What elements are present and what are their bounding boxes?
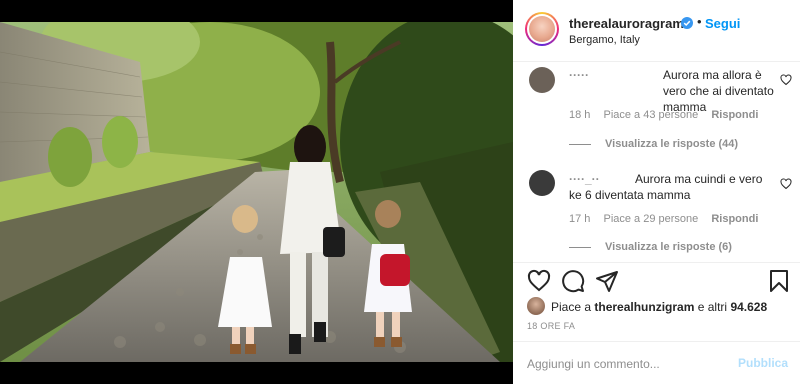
- follow-button[interactable]: Segui: [705, 16, 740, 31]
- post-location[interactable]: Bergamo, Italy: [569, 34, 640, 46]
- view-replies-button[interactable]: Visualizza le risposte (44): [569, 138, 738, 150]
- add-comment-form: Pubblica: [513, 341, 800, 384]
- likes-suffix: e altri: [697, 300, 728, 314]
- comment-time: 18 h: [569, 109, 591, 121]
- likes-text: Piace a therealhunzigram e altri 94.628: [551, 300, 767, 314]
- comment-text: Aurora ma cuindi e vero ke 6 diventata m…: [569, 172, 763, 202]
- view-replies-label: Visualizza le risposte (44): [605, 138, 739, 150]
- comments-list[interactable]: ····· Aurora ma allora è vero che ai div…: [513, 62, 800, 262]
- replies-divider: [569, 246, 591, 248]
- comment-time: 17 h: [569, 213, 591, 225]
- liker-avatar[interactable]: [527, 297, 545, 315]
- commenter-avatar[interactable]: [529, 67, 555, 93]
- view-replies-button[interactable]: Visualizza le risposte (6): [569, 241, 732, 253]
- heart-icon[interactable]: [527, 269, 551, 293]
- comment-like-icon[interactable]: [780, 74, 792, 86]
- bookmark-icon[interactable]: [767, 269, 791, 293]
- replies-divider: [569, 143, 591, 145]
- reply-button[interactable]: Rispondi: [711, 109, 758, 121]
- post-date[interactable]: 18 ORE FA: [527, 321, 575, 331]
- reply-button[interactable]: Rispondi: [711, 213, 758, 225]
- comment-username[interactable]: ·····: [569, 68, 589, 82]
- post-media[interactable]: [0, 0, 513, 384]
- likes-count[interactable]: 94.628: [730, 300, 767, 314]
- comment-likes[interactable]: Piace a 29 persone: [603, 213, 698, 225]
- post-sidebar: therealauroragram • Segui Bergamo, Italy…: [513, 0, 800, 384]
- comment-likes[interactable]: Piace a 43 persone: [603, 109, 698, 121]
- avatar-face: [529, 16, 555, 42]
- comment-meta: 18 h Piace a 43 persone Rispondi: [569, 109, 768, 121]
- commenter-avatar[interactable]: [529, 170, 555, 196]
- likes-prefix: Piace a: [551, 300, 592, 314]
- comment-like-icon[interactable]: [780, 178, 792, 190]
- view-replies-label: Visualizza le risposte (6): [605, 241, 732, 253]
- header-separator: •: [697, 14, 702, 29]
- comment-text: Aurora ma allora è vero che ai diventato…: [663, 68, 774, 114]
- post-header: therealauroragram • Segui Bergamo, Italy: [513, 0, 800, 62]
- author-avatar[interactable]: [525, 12, 559, 46]
- publish-button[interactable]: Pubblica: [738, 356, 788, 370]
- comment-icon[interactable]: [561, 269, 585, 293]
- verified-badge-icon: [681, 17, 693, 29]
- author-username[interactable]: therealauroragram: [569, 16, 684, 31]
- liker-username[interactable]: therealhunzigram: [594, 300, 694, 314]
- comment-input[interactable]: [527, 354, 727, 374]
- avatar-image: [527, 14, 557, 44]
- share-icon[interactable]: [595, 269, 619, 293]
- post-photo[interactable]: [0, 22, 513, 362]
- comment-meta: 17 h Piace a 29 persone Rispondi: [569, 213, 768, 225]
